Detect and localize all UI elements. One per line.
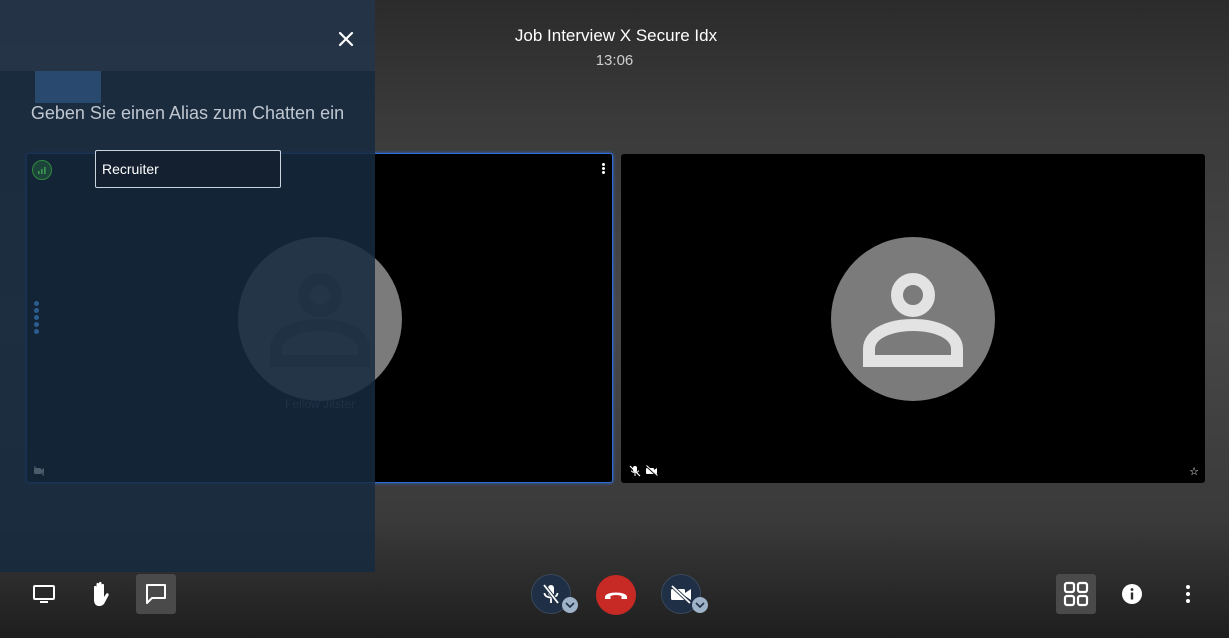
chat-panel-header	[0, 0, 375, 103]
raise-hand-icon	[94, 581, 109, 606]
camera-options-button[interactable]	[692, 597, 708, 613]
chat-panel: Geben Sie einen Alias zum Chatten ein	[0, 0, 375, 572]
hangup-icon	[605, 592, 627, 599]
raise-hand-button[interactable]	[80, 574, 120, 614]
tile-status-icons	[629, 465, 658, 477]
star-icon[interactable]: ☆	[1189, 465, 1199, 478]
remote-video-tile[interactable]: ☆	[621, 154, 1205, 483]
microphone-muted-icon	[542, 583, 560, 605]
connection-indicator-icon[interactable]	[32, 160, 52, 180]
screen-share-button[interactable]	[24, 574, 64, 614]
mic-muted-icon	[629, 465, 641, 477]
chevron-down-icon	[565, 602, 575, 608]
chat-button[interactable]	[136, 574, 176, 614]
tile-menu-icon[interactable]	[602, 162, 606, 175]
screen-share-icon	[33, 585, 55, 603]
drag-handle-icon[interactable]	[34, 301, 39, 336]
alias-prompt: Geben Sie einen Alias zum Chatten ein	[30, 103, 345, 123]
close-icon	[338, 31, 354, 47]
camera-off-icon	[33, 466, 45, 476]
info-button[interactable]	[1112, 574, 1152, 614]
hangup-button[interactable]	[596, 575, 636, 615]
avatar	[831, 237, 995, 401]
tile-view-icon	[1063, 581, 1089, 607]
more-icon	[1186, 585, 1190, 603]
more-options-button[interactable]	[1168, 574, 1208, 614]
camera-off-icon	[645, 465, 658, 477]
alias-input[interactable]	[95, 150, 281, 188]
camera-off-icon	[670, 584, 692, 604]
info-icon	[1122, 584, 1142, 604]
highlight-block	[35, 71, 101, 103]
chevron-down-icon	[695, 602, 705, 608]
microphone-options-button[interactable]	[562, 597, 578, 613]
user-avatar-icon	[863, 273, 963, 367]
chat-icon	[146, 584, 166, 604]
close-chat-button[interactable]	[334, 27, 358, 51]
tile-view-button[interactable]	[1056, 574, 1096, 614]
